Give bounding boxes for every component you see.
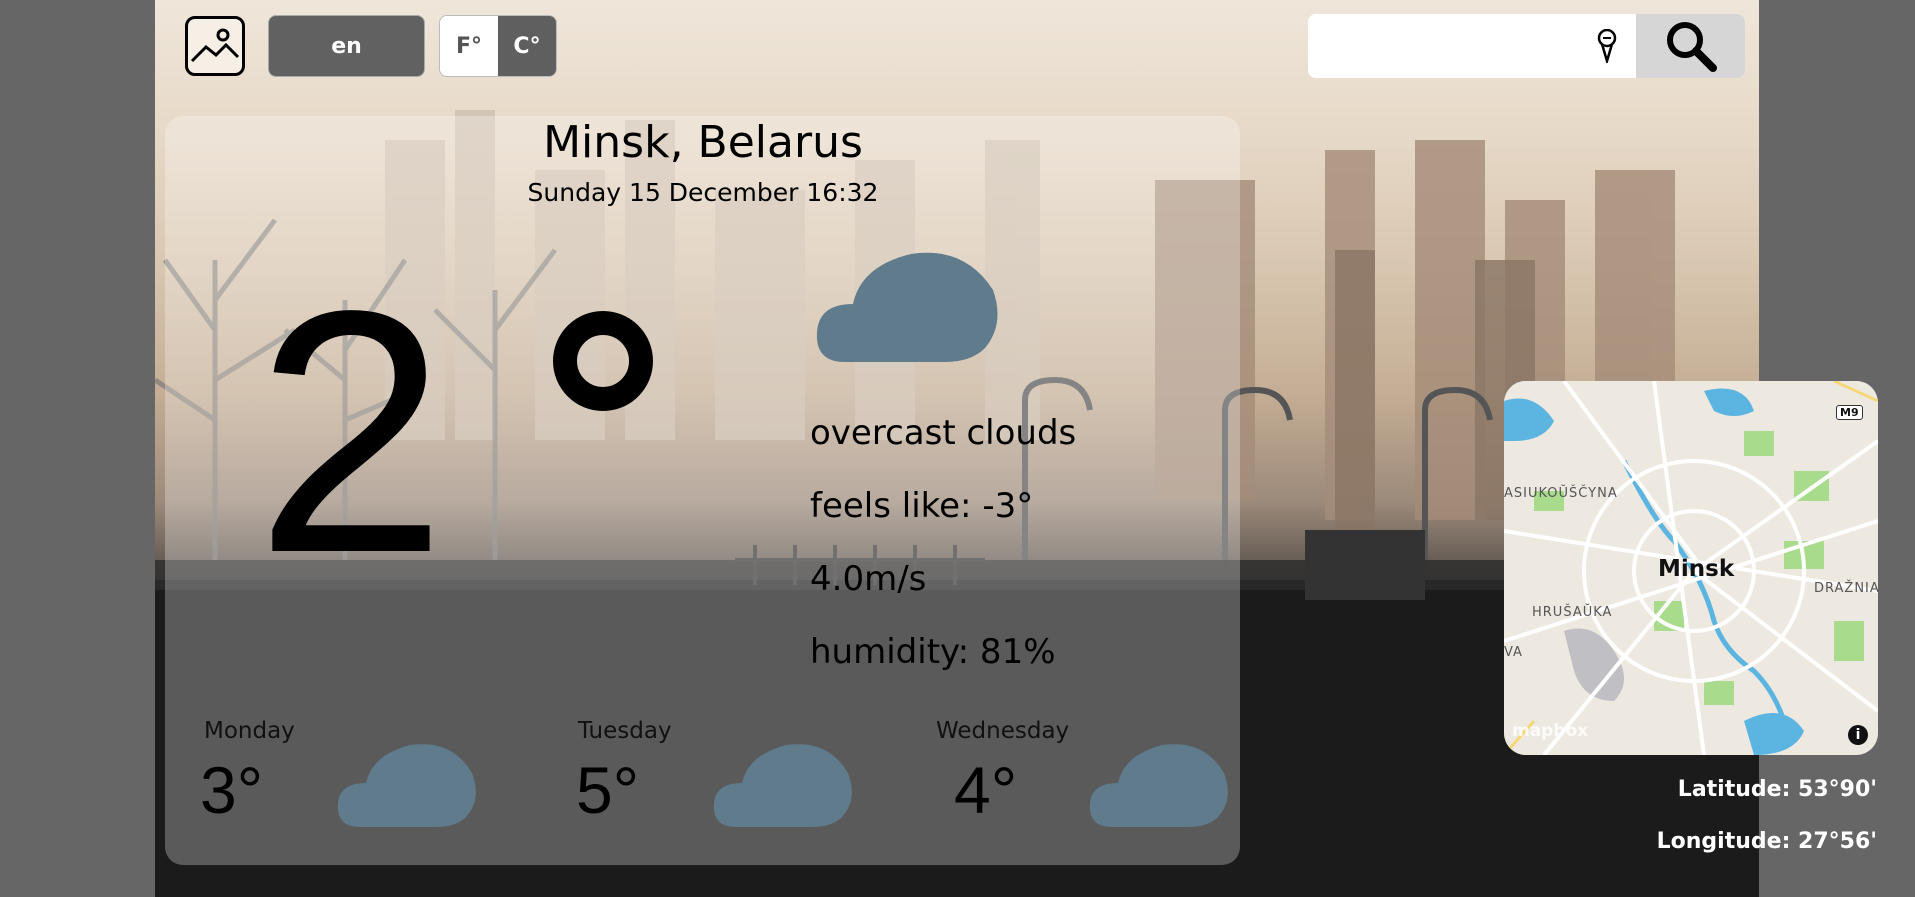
map-info-icon[interactable]: i	[1848, 725, 1868, 745]
map-district-label: DRAŽNIA	[1814, 581, 1878, 596]
forecast-temp-1: 3°	[200, 753, 264, 827]
celsius-button[interactable]: C°	[498, 16, 556, 76]
search-input[interactable]	[1308, 14, 1578, 78]
language-button[interactable]: en	[268, 15, 425, 77]
map-city-label: Minsk	[1658, 556, 1735, 582]
fahrenheit-button[interactable]: F°	[440, 16, 498, 76]
change-background-button[interactable]	[185, 16, 245, 76]
cloud-icon	[713, 744, 852, 827]
search-button[interactable]	[1636, 14, 1745, 78]
unit-toggle: F° C°	[439, 15, 557, 77]
feels-like: feels like: -3°	[810, 486, 1034, 526]
forecast-day-3: Wednesday	[936, 718, 1070, 744]
cloud-icon	[816, 252, 998, 362]
weather-description: overcast clouds	[810, 413, 1077, 453]
humidity: humidity: 81%	[810, 632, 1056, 672]
search-icon	[1666, 22, 1717, 72]
longitude: Longitude: 27°56'	[1656, 829, 1877, 854]
degree-symbol	[553, 311, 653, 411]
image-icon	[190, 28, 240, 63]
map-road-badge: M9	[1836, 405, 1863, 420]
cloud-icon	[1089, 744, 1228, 827]
mapbox-logo[interactable]: mapbox	[1512, 721, 1588, 741]
wind-speed: 4.0m/s	[810, 559, 927, 599]
microphone-button[interactable]	[1578, 14, 1636, 78]
forecast-temp-2: 5°	[576, 753, 640, 827]
current-datetime: Sunday 15 December 16:32	[527, 178, 879, 207]
microphone-icon	[1597, 29, 1617, 63]
search-bar	[1308, 14, 1745, 78]
map-district-label: HRUŠAŬKA	[1532, 605, 1613, 620]
map-district-label: ASIUKOŬŠČYNA	[1504, 486, 1618, 501]
forecast-temp-3: 4°	[954, 753, 1018, 827]
city-name: Minsk, Belarus	[543, 117, 863, 168]
current-temperature: 2	[255, 240, 447, 625]
map-district-label: VA	[1504, 645, 1523, 660]
forecast-day-2: Tuesday	[578, 718, 672, 744]
latitude: Latitude: 53°90'	[1677, 777, 1877, 802]
location-map[interactable]: ASIUKOŬŠČYNA HRUŠAŬKA DRAŽNIA VA Minsk M…	[1504, 381, 1878, 755]
forecast-day-1: Monday	[204, 718, 295, 744]
cloud-icon	[337, 744, 476, 827]
